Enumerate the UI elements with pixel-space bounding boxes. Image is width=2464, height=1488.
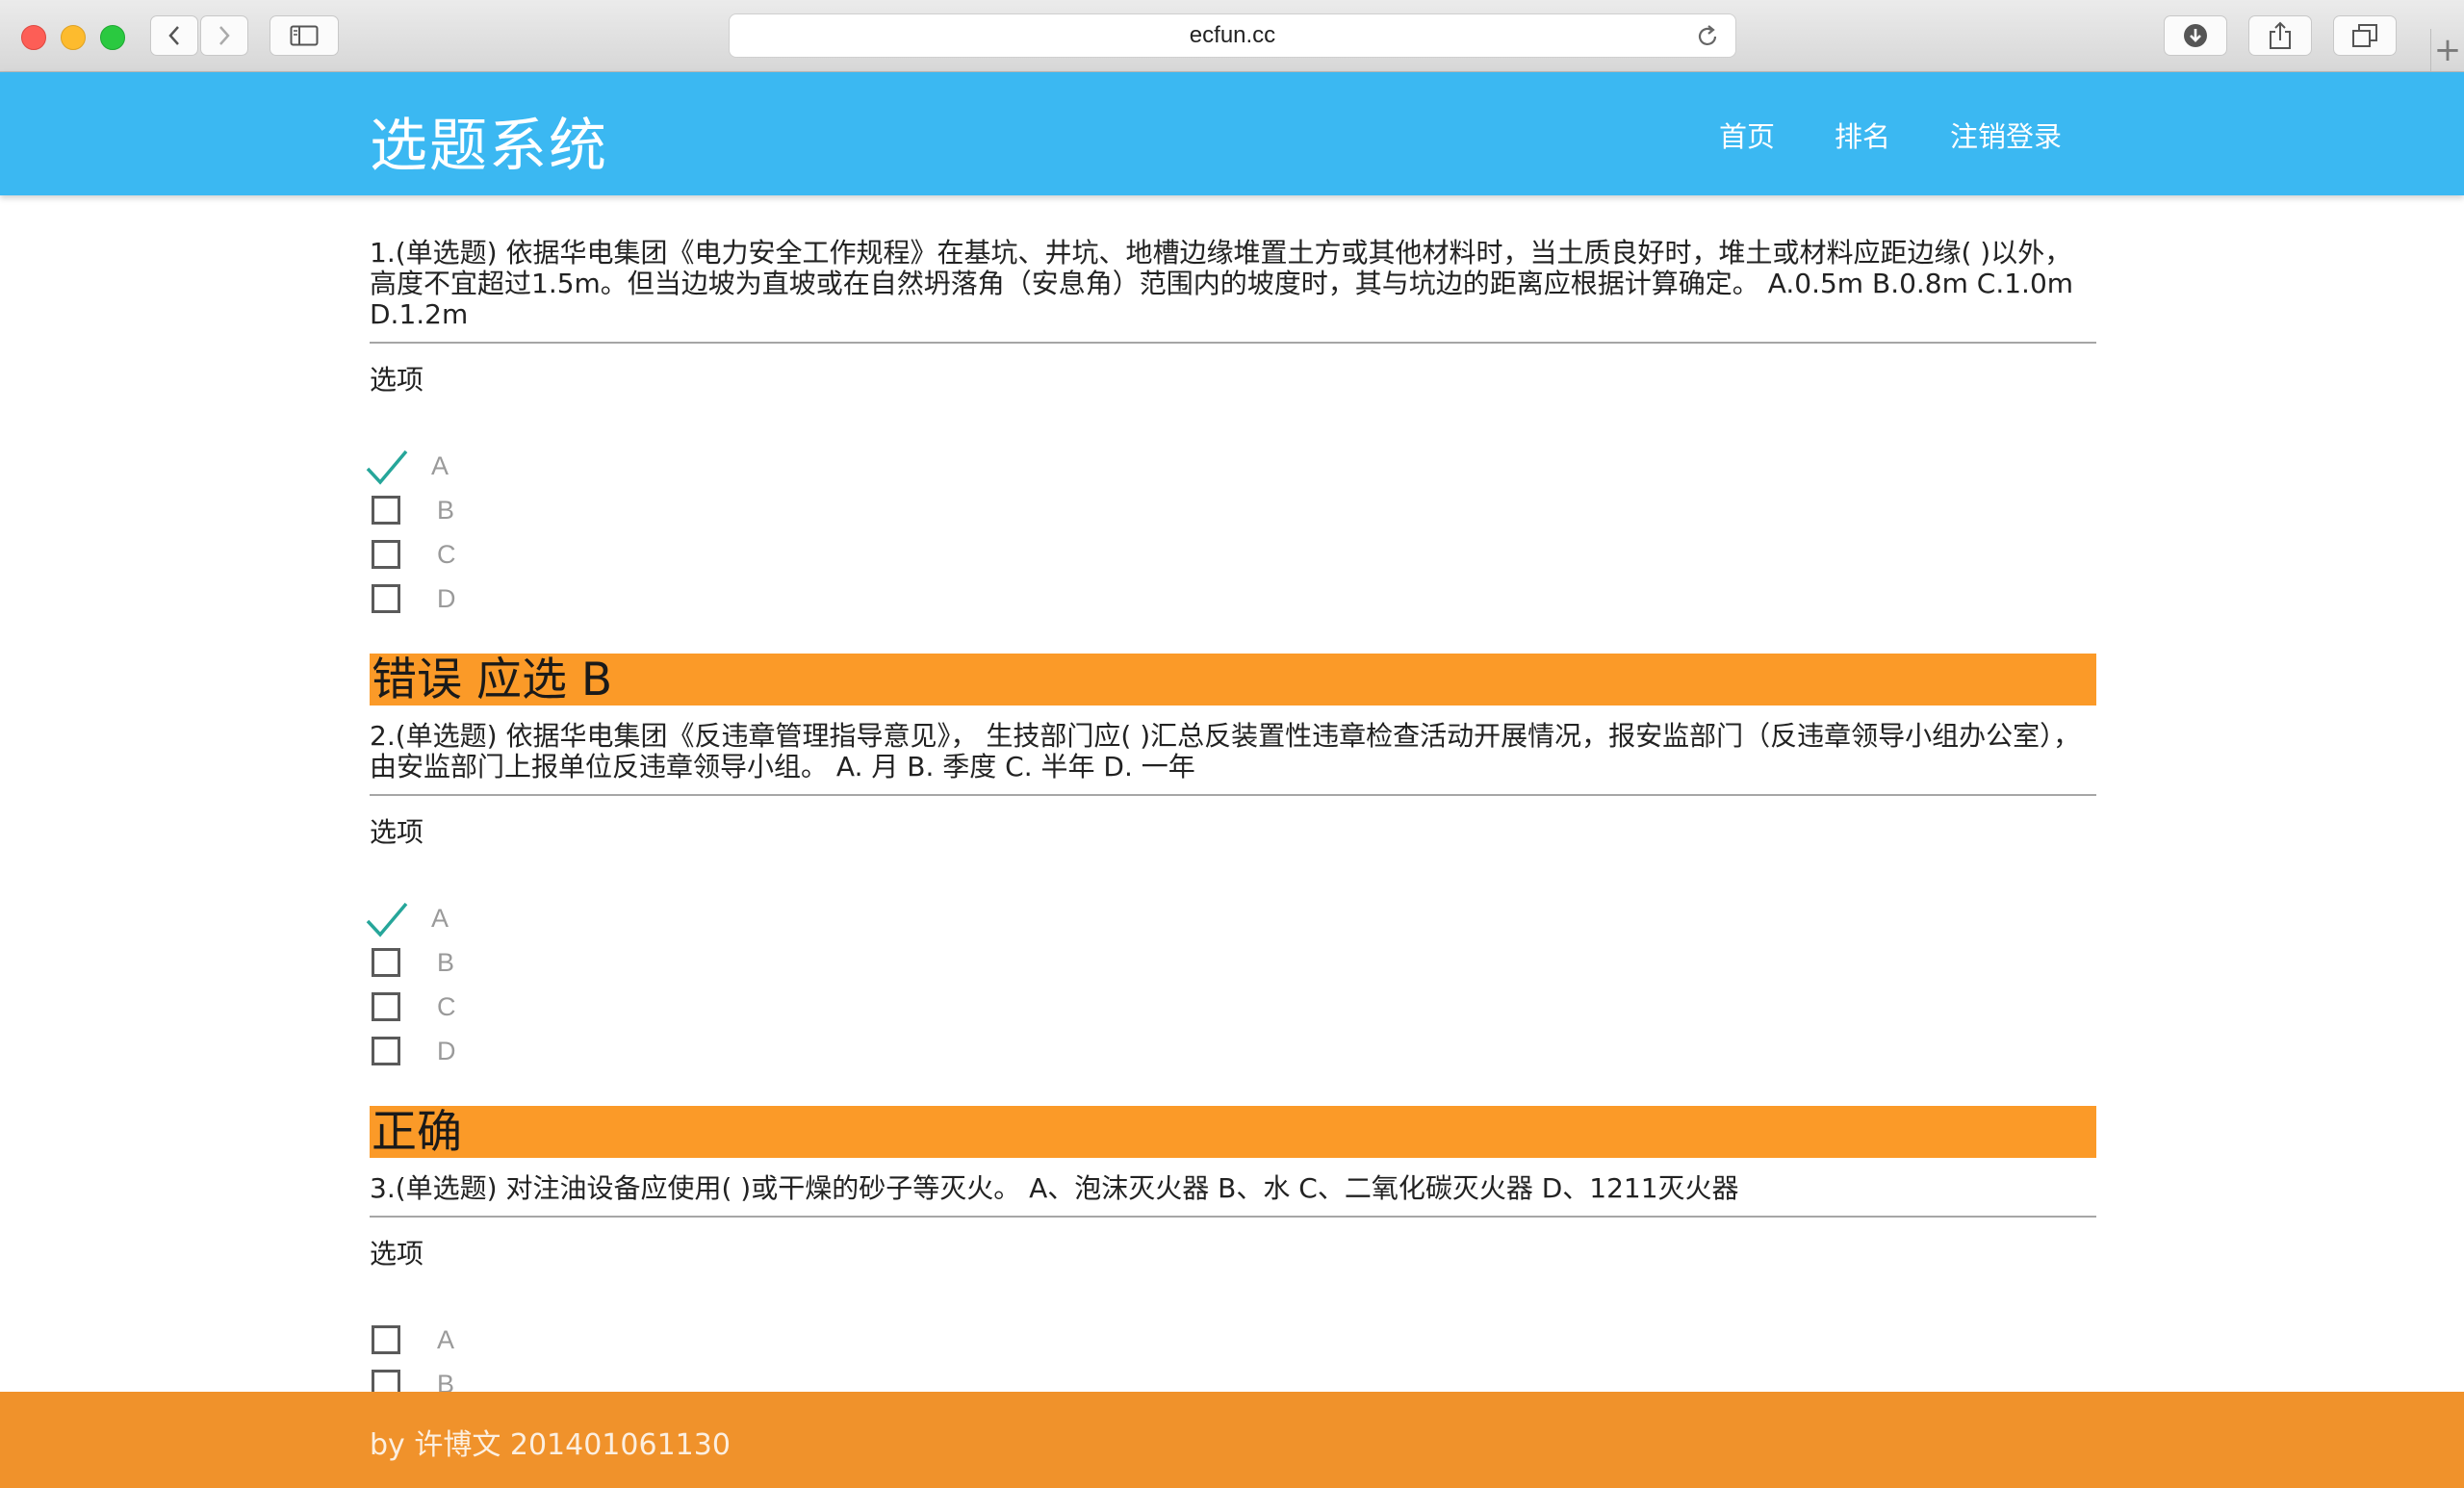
question-text: 1.(单选题) 依据华电集团《电力安全工作规程》在基坑、井坑、地槽边缘堆置土方或… xyxy=(370,238,2096,344)
option-letter: C xyxy=(437,992,456,1021)
option-b[interactable]: B xyxy=(370,940,2096,985)
option-letter: A xyxy=(431,904,449,933)
options-label: 选项 xyxy=(370,364,424,396)
result-banner: 正确 xyxy=(370,1106,2096,1159)
option-letter: B xyxy=(437,496,455,525)
options-label: 选项 xyxy=(370,816,424,848)
checkbox[interactable] xyxy=(372,1325,400,1354)
nav-home-link[interactable]: 首页 xyxy=(1719,115,1775,155)
checkbox[interactable] xyxy=(372,584,400,613)
option-letter: B xyxy=(437,948,455,977)
sidebar-icon xyxy=(290,25,319,46)
question-item: 1.(单选题) 依据华电集团《电力安全工作规程》在基坑、井坑、地槽边缘堆置土方或… xyxy=(366,195,2096,706)
question-text: 2.(单选题) 依据华电集团《反违章管理指导意见》， 生技部门应( )汇总反装置… xyxy=(370,721,2096,796)
checkmark-icon[interactable] xyxy=(364,896,410,940)
option-letter: A xyxy=(437,1325,455,1354)
new-tab-button[interactable]: + xyxy=(2430,29,2464,71)
result-banner: 错误 应选 B xyxy=(370,654,2096,706)
option-a[interactable]: A xyxy=(366,444,2096,488)
minimize-window-button[interactable] xyxy=(61,25,86,50)
downloads-button[interactable] xyxy=(2164,15,2227,56)
options-label: 选项 xyxy=(370,1238,424,1270)
reload-icon[interactable] xyxy=(1695,24,1720,49)
forward-button[interactable] xyxy=(200,15,248,56)
option-letter: A xyxy=(431,451,449,480)
option-letter: D xyxy=(437,1037,456,1065)
question-item: 2.(单选题) 依据华电集团《反违章管理指导意见》， 生技部门应( )汇总反装置… xyxy=(366,706,2096,1159)
checkmark-icon[interactable] xyxy=(364,444,410,488)
address-bar[interactable]: ecfun.cc xyxy=(729,13,1736,58)
close-window-button[interactable] xyxy=(21,25,46,50)
browser-window: ecfun.cc + 选题系统 首页 排名 注销登录 1.(单选题) 依据华电集… xyxy=(0,0,2464,1488)
question-item: 3.(单选题) 对注油设备应使用( )或干燥的砂子等灭火。 A、泡沫灭火器 B、… xyxy=(370,1158,2096,1406)
share-button[interactable] xyxy=(2248,15,2312,56)
option-d[interactable]: D xyxy=(370,577,2096,621)
url-text: ecfun.cc xyxy=(1189,22,1276,48)
option-c[interactable]: C xyxy=(370,532,2096,577)
browser-toolbar: ecfun.cc + xyxy=(0,0,2464,72)
site-title: 选题系统 xyxy=(370,113,608,180)
share-icon xyxy=(2270,21,2291,49)
options-group: A B C D xyxy=(366,444,2096,621)
chevron-right-icon xyxy=(219,26,230,45)
option-c[interactable]: C xyxy=(370,985,2096,1029)
tab-overview-button[interactable] xyxy=(2333,15,2397,56)
chevron-left-icon xyxy=(168,26,179,45)
sidebar-toggle-button[interactable] xyxy=(270,15,339,56)
download-icon xyxy=(2184,24,2207,47)
back-button[interactable] xyxy=(150,15,198,56)
checkbox[interactable] xyxy=(372,1037,400,1065)
option-a[interactable]: A xyxy=(366,896,2096,940)
zoom-window-button[interactable] xyxy=(100,25,125,50)
options-group: A B C D xyxy=(366,896,2096,1073)
tabs-icon xyxy=(2352,24,2377,47)
checkbox[interactable] xyxy=(372,992,400,1021)
option-a[interactable]: A xyxy=(370,1318,2096,1362)
plus-icon: + xyxy=(2433,31,2462,69)
option-letter: C xyxy=(437,540,456,569)
footer-credit: by 许博文 201401061130 xyxy=(370,1428,731,1462)
option-letter: D xyxy=(437,584,456,613)
nav-rank-link[interactable]: 排名 xyxy=(1835,115,1890,155)
checkbox[interactable] xyxy=(372,496,400,525)
question-text: 3.(单选题) 对注油设备应使用( )或干燥的砂子等灭火。 A、泡沫灭火器 B、… xyxy=(370,1173,2096,1218)
checkbox[interactable] xyxy=(372,948,400,977)
option-b[interactable]: B xyxy=(370,488,2096,532)
nav-logout-link[interactable]: 注销登录 xyxy=(1950,115,2062,155)
site-header: 选题系统 首页 排名 注销登录 xyxy=(0,72,2464,195)
question-list: 1.(单选题) 依据华电集团《电力安全工作规程》在基坑、井坑、地槽边缘堆置土方或… xyxy=(366,195,2096,1406)
site-footer: by 许博文 201401061130 xyxy=(0,1392,2464,1488)
checkbox[interactable] xyxy=(372,540,400,569)
option-d[interactable]: D xyxy=(370,1029,2096,1073)
